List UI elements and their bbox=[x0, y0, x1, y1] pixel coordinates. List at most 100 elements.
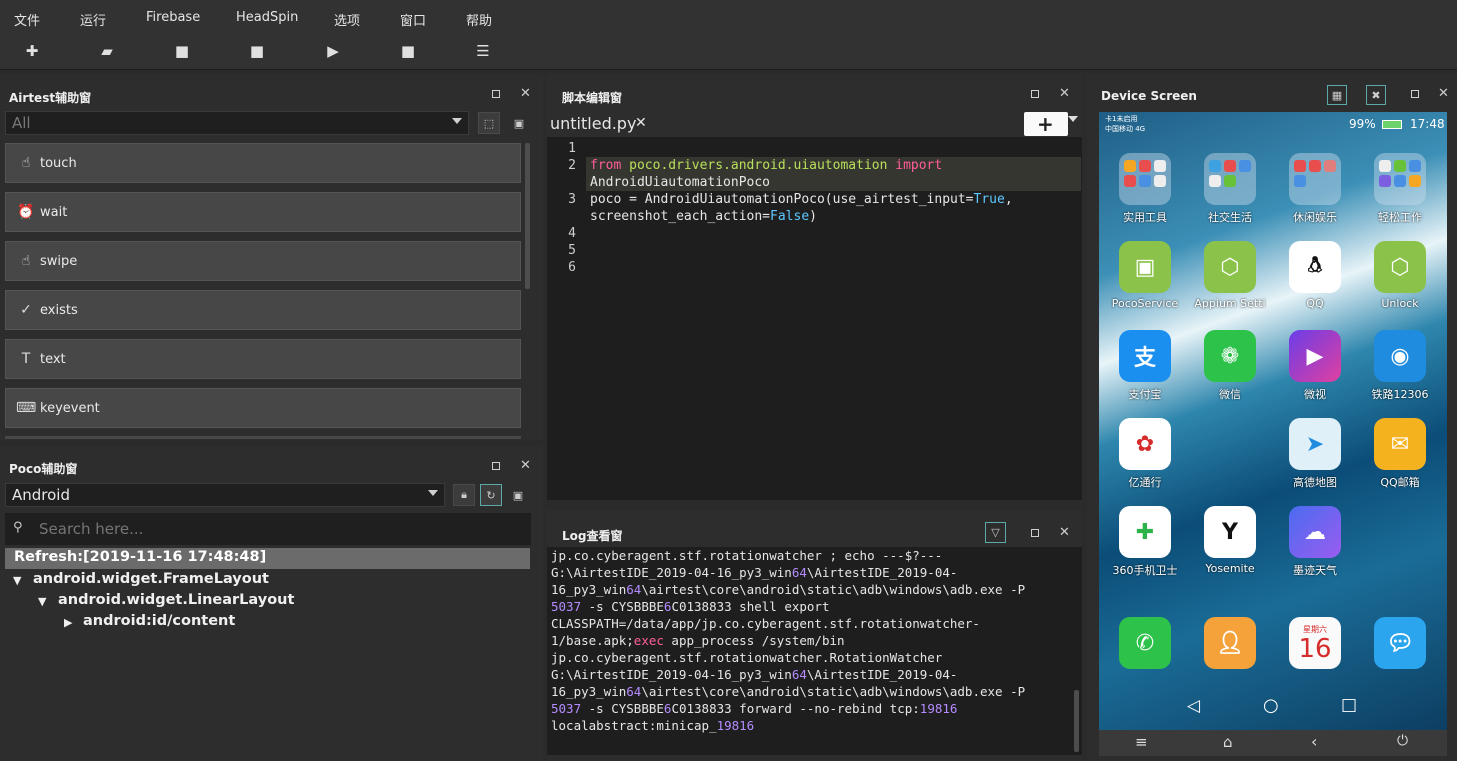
android-icon: ▣ bbox=[1119, 241, 1171, 293]
qq-penguin-icon: 🐧︎ bbox=[1289, 241, 1341, 293]
dock-contacts[interactable]: 👤︎ bbox=[1190, 617, 1270, 669]
app-360-security[interactable]: ✚ 360手机卫士 bbox=[1105, 506, 1185, 578]
float-icon[interactable] bbox=[1031, 88, 1039, 101]
tools-icon[interactable]: ✖ bbox=[1366, 85, 1386, 105]
yitongxing-icon: ✿ bbox=[1119, 418, 1171, 470]
calendar-icon: 星期六 16 bbox=[1289, 617, 1341, 669]
close-icon[interactable]: ✕ bbox=[1438, 86, 1449, 101]
menu-bar: 文件 运行 Firebase HeadSpin 选项 窗口 帮助 bbox=[0, 0, 1457, 34]
toolbar: ✚ ▰ ■ ■ ▶ ■ ☰ bbox=[0, 34, 1457, 70]
airtest-dropdown[interactable]: All bbox=[5, 111, 469, 135]
back-icon[interactable]: ◁ bbox=[1187, 696, 1200, 716]
airtest-panel-title: Airtest辅助窗 bbox=[9, 91, 92, 105]
stop-icon[interactable]: ■ bbox=[399, 42, 417, 60]
app-yitongxing[interactable]: ✿ 亿通行 bbox=[1105, 418, 1185, 490]
menu-window[interactable]: 窗口 bbox=[400, 10, 426, 29]
search-input[interactable] bbox=[39, 517, 519, 541]
folder-tools[interactable]: 实用工具 bbox=[1105, 153, 1185, 225]
app-unlock[interactable]: ⬡ Unlock bbox=[1360, 241, 1440, 310]
poco-search-box[interactable]: ⚲ bbox=[5, 513, 531, 545]
expand-arrow-icon[interactable]: ▼ bbox=[13, 571, 21, 587]
wait-button[interactable]: ⏰ wait bbox=[5, 192, 521, 232]
status-bar: 卡1未启用 中国移动 4G 99% 17:48 bbox=[1099, 112, 1447, 138]
log-scrollbar[interactable] bbox=[1074, 690, 1079, 752]
app-moji-weather[interactable]: ☁ 墨迹天气 bbox=[1275, 506, 1355, 578]
save-as-icon[interactable]: ■ bbox=[248, 42, 266, 60]
dock-phone[interactable]: ✆ bbox=[1105, 617, 1185, 669]
collapse-arrow-icon[interactable]: ▶ bbox=[64, 613, 72, 629]
close-tab-icon[interactable]: ✕ bbox=[635, 115, 647, 131]
editor-tab[interactable]: untitled.py ✕ bbox=[547, 111, 657, 137]
menu-headspin[interactable]: HeadSpin bbox=[236, 10, 298, 25]
float-icon[interactable] bbox=[1031, 527, 1039, 540]
app-appium-settings[interactable]: ⬡ Appium Setti bbox=[1190, 241, 1270, 310]
tree-node-linearlayout[interactable]: android.widget.LinearLayout bbox=[58, 592, 294, 608]
menu-firebase[interactable]: Firebase bbox=[146, 10, 200, 25]
tab-dropdown-icon[interactable] bbox=[1068, 116, 1078, 122]
refresh-row[interactable]: Refresh:[2019-11-16 17:48:48] bbox=[5, 548, 530, 569]
camera-icon[interactable]: ▣ bbox=[508, 112, 530, 134]
close-icon[interactable]: ✕ bbox=[520, 458, 531, 473]
float-icon[interactable] bbox=[492, 460, 500, 473]
app-qqmail[interactable]: ✉ QQ邮箱 bbox=[1360, 418, 1440, 490]
close-icon[interactable]: ✕ bbox=[520, 86, 531, 101]
log-panel-title: Log查看窗 bbox=[562, 529, 623, 543]
text-button[interactable]: T text bbox=[5, 339, 521, 379]
code-line-2: from poco.drivers.android.uiautomation i… bbox=[590, 158, 943, 173]
log-icon[interactable]: ☰ bbox=[474, 42, 492, 60]
record-icon[interactable]: ⬚ bbox=[478, 112, 500, 134]
expand-arrow-icon[interactable]: ▼ bbox=[38, 592, 46, 608]
dock-calendar[interactable]: 星期六 16 bbox=[1275, 617, 1355, 669]
touch-button[interactable]: ☝ touch bbox=[5, 143, 521, 183]
run-icon[interactable]: ▶ bbox=[324, 42, 342, 60]
message-icon: 💬︎ bbox=[1374, 617, 1426, 669]
exists-button[interactable]: ✓ exists bbox=[5, 290, 521, 330]
menu-help[interactable]: 帮助 bbox=[466, 10, 492, 29]
app-label: 休闲娱乐 bbox=[1293, 211, 1337, 224]
menu-options[interactable]: 选项 bbox=[334, 10, 360, 29]
open-folder-icon[interactable]: ▰ bbox=[98, 42, 116, 60]
airtest-scrollbar[interactable] bbox=[525, 143, 530, 289]
menu-file[interactable]: 文件 bbox=[14, 10, 40, 29]
filter-icon[interactable]: ▽ bbox=[985, 522, 1006, 543]
app-qq[interactable]: 🐧︎ QQ bbox=[1275, 241, 1355, 310]
menu-run[interactable]: 运行 bbox=[80, 10, 106, 29]
amap-icon: ➤ bbox=[1289, 418, 1341, 470]
app-label: 高德地图 bbox=[1293, 476, 1337, 489]
app-wechat[interactable]: ❁ 微信 bbox=[1190, 330, 1270, 402]
recents-icon[interactable]: □ bbox=[1341, 695, 1357, 715]
folder-social[interactable]: 社交生活 bbox=[1190, 153, 1270, 225]
tree-node-content[interactable]: android:id/content bbox=[83, 613, 235, 629]
float-icon[interactable] bbox=[1411, 88, 1419, 101]
folder-entertainment[interactable]: 休闲娱乐 bbox=[1275, 153, 1355, 225]
home-icon[interactable]: ○ bbox=[1263, 695, 1279, 716]
app-yosemite[interactable]: Y Yosemite bbox=[1190, 506, 1270, 575]
close-icon[interactable]: ✕ bbox=[1059, 86, 1070, 101]
home-icon[interactable]: ⌂ bbox=[1223, 733, 1233, 751]
new-file-icon[interactable]: ✚ bbox=[23, 42, 41, 60]
app-label: 微信 bbox=[1219, 388, 1241, 401]
float-icon[interactable] bbox=[492, 88, 500, 101]
device-screen[interactable]: 卡1未启用 中国移动 4G 99% 17:48 实用工具 社交生活 休闲娱乐 轻… bbox=[1099, 112, 1447, 730]
keyevent-button[interactable]: ⌨ keyevent bbox=[5, 388, 521, 428]
camera-icon[interactable]: ▣ bbox=[507, 484, 529, 506]
save-icon[interactable]: ■ bbox=[173, 42, 191, 60]
inspector-icon[interactable]: ▦ bbox=[1327, 85, 1347, 105]
lock-icon[interactable]: 🔒︎ bbox=[453, 484, 475, 506]
add-tab-button[interactable]: + bbox=[1024, 112, 1068, 136]
folder-work[interactable]: 轻松工作 bbox=[1360, 153, 1440, 225]
tree-node-framelayout[interactable]: android.widget.FrameLayout bbox=[33, 571, 269, 587]
menu-icon[interactable]: ≡ bbox=[1135, 733, 1148, 751]
poco-mode-dropdown[interactable]: Android bbox=[5, 483, 445, 507]
dock-messages[interactable]: 💬︎ bbox=[1360, 617, 1440, 669]
app-alipay[interactable]: 支 支付宝 bbox=[1105, 330, 1185, 402]
close-icon[interactable]: ✕ bbox=[1059, 525, 1070, 540]
refresh-icon[interactable]: ↻ bbox=[480, 484, 502, 506]
app-weishi[interactable]: ▶ 微视 bbox=[1275, 330, 1355, 402]
power-icon[interactable]: ⏻ bbox=[1397, 733, 1408, 749]
app-12306[interactable]: ◉ 铁路12306 bbox=[1360, 330, 1440, 402]
app-pocoservice[interactable]: ▣ PocoService bbox=[1105, 241, 1185, 310]
swipe-button[interactable]: ☝ swipe bbox=[5, 241, 521, 281]
back-icon[interactable]: ‹ bbox=[1311, 732, 1317, 751]
app-amap[interactable]: ➤ 高德地图 bbox=[1275, 418, 1355, 490]
